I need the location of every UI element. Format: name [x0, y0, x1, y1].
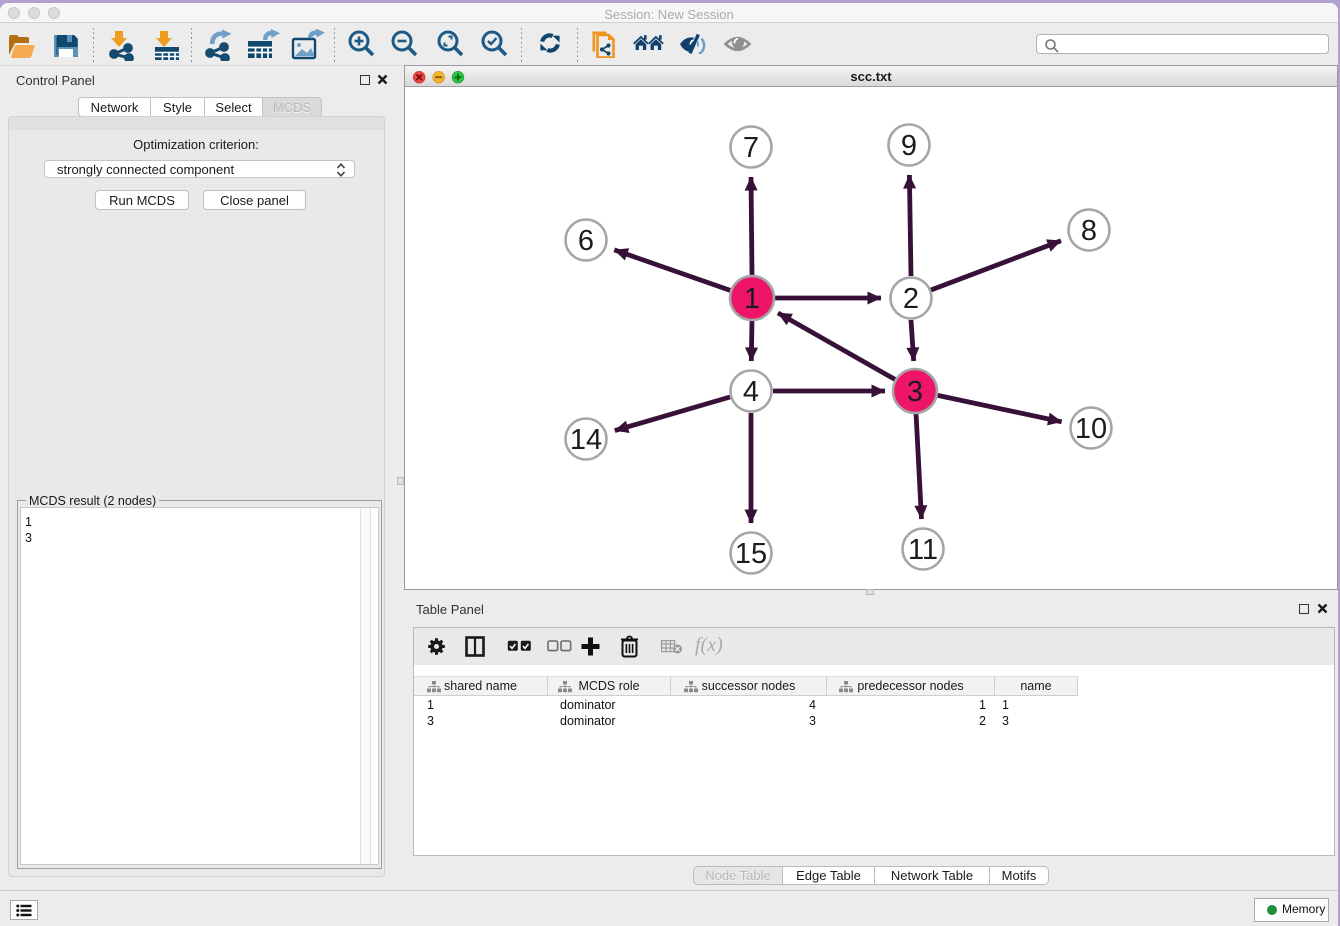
svg-text:6: 6 — [578, 225, 594, 257]
svg-text:14: 14 — [570, 424, 602, 456]
svg-text:1: 1 — [744, 283, 760, 315]
svg-text:4: 4 — [743, 376, 759, 408]
svg-text:11: 11 — [908, 534, 938, 566]
svg-text:15: 15 — [735, 538, 767, 570]
svg-text:8: 8 — [1081, 215, 1097, 247]
svg-text:9: 9 — [901, 130, 917, 162]
svg-text:7: 7 — [743, 132, 759, 164]
svg-text:2: 2 — [903, 283, 919, 315]
svg-text:10: 10 — [1075, 413, 1107, 445]
svg-text:3: 3 — [907, 376, 923, 408]
